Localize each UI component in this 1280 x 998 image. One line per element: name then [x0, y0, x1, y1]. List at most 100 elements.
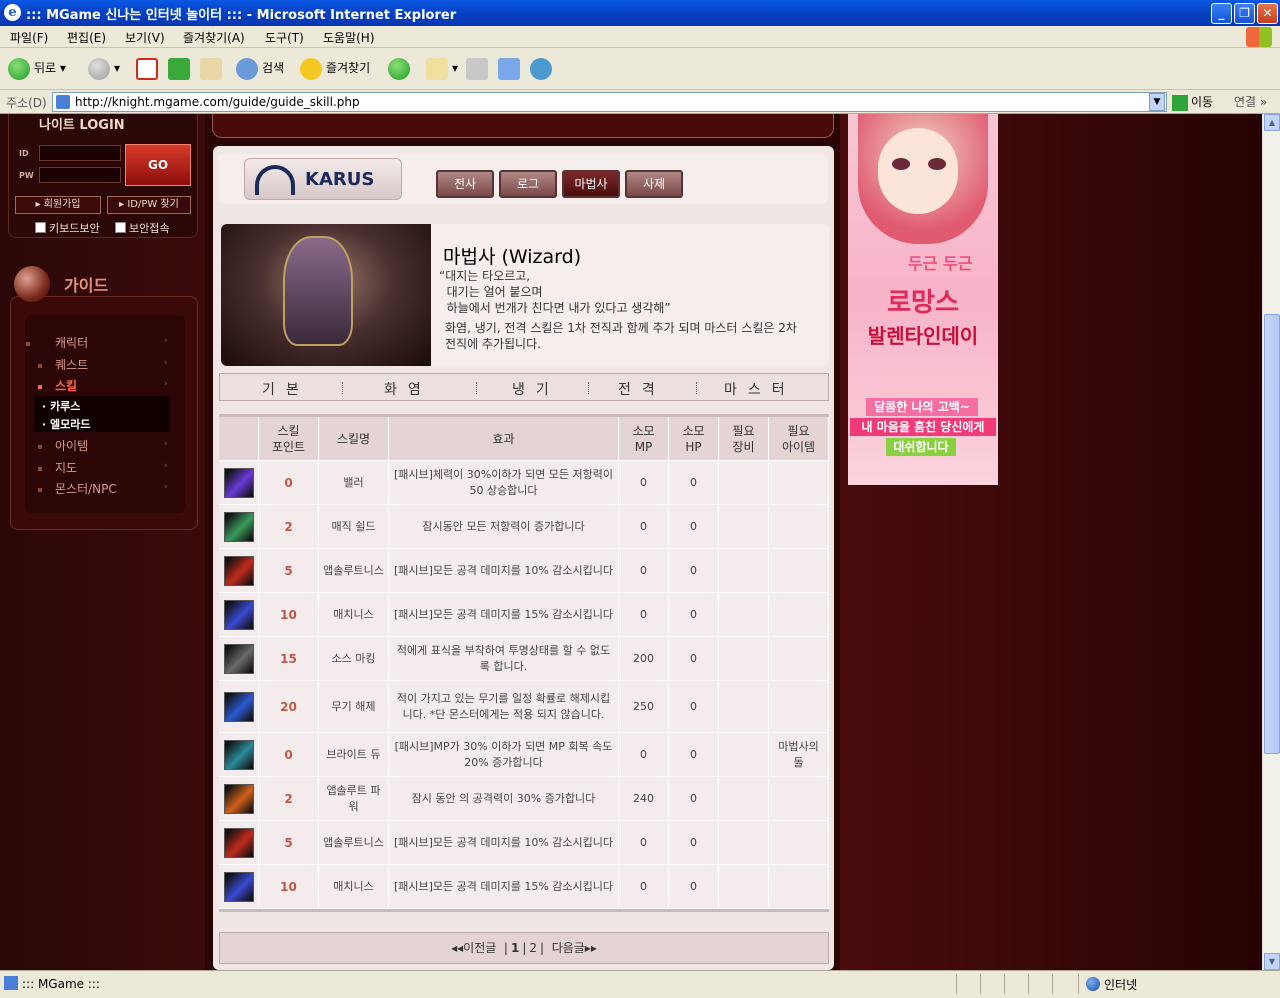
guide-item-item[interactable]: 아이템 [55, 437, 88, 454]
menu-file[interactable]: 파일(F) [10, 29, 48, 46]
skill-name-cell: 앱솔루트니스 [319, 549, 389, 592]
scroll-down-button[interactable]: ▼ [1264, 953, 1280, 970]
links-button[interactable]: 연결 » [1234, 93, 1267, 110]
join-button[interactable]: ▸ 회원가입 [15, 196, 101, 214]
skill-icon-purple-figure[interactable] [223, 467, 254, 498]
skill-icon-grey-mark[interactable] [223, 643, 254, 674]
skill-tab-master[interactable]: 마스터 [724, 379, 796, 399]
effect-cell: [패시브]모든 공격 데미지를 15% 감소시킵니다 [389, 593, 619, 636]
submenu-karus[interactable]: · 카루스 [42, 398, 80, 414]
id-input[interactable] [39, 145, 121, 161]
ad-girl-face [878, 128, 958, 214]
vertical-scrollbar[interactable]: ▲ ▼ [1262, 114, 1280, 970]
mail-button[interactable]: ▾ [426, 57, 458, 81]
stop-button[interactable] [136, 57, 162, 81]
skill-point-cell: 15 [259, 637, 319, 680]
skill-icon-teal-figure[interactable] [223, 739, 254, 770]
address-input[interactable]: http://knight.mgame.com/guide/guide_skil… [52, 92, 1167, 112]
close-button[interactable]: ✕ [1257, 3, 1278, 24]
id-label: ID [19, 149, 29, 158]
login-go-button[interactable]: GO [125, 144, 191, 186]
class-tab-priest[interactable]: 사제 [625, 170, 683, 198]
icon-cell [219, 637, 259, 680]
mp-cost-cell: 0 [619, 505, 669, 548]
home-button[interactable] [200, 57, 226, 81]
table-row: 15 소스 마킹 적에게 표식을 부착하여 투명상태를 할 수 없도록 합니다. 20… [219, 637, 829, 681]
address-dropdown-button[interactable]: ▼ [1149, 93, 1165, 111]
menu-help[interactable]: 도움말(H) [323, 29, 375, 46]
skill-icon-green-magic[interactable] [223, 511, 254, 542]
login-box: 나이트 LOGIN ID PW GO ▸ 회원가입 ▸ ID/PW 찾기 키보드… [8, 114, 198, 238]
minimize-button[interactable]: _ [1211, 3, 1232, 24]
guide-item-monster-npc[interactable]: 몬스터/NPC [55, 480, 117, 497]
class-tab-warrior[interactable]: 전사 [436, 170, 494, 198]
back-button[interactable]: 뒤로 ▾ [8, 57, 66, 81]
secure-login-checkbox[interactable]: 보안접속 [115, 220, 169, 236]
menu-favorites[interactable]: 즐겨찾기(A) [183, 29, 245, 46]
guide-item-skill[interactable]: 스킬 [55, 377, 77, 394]
hp-cost-cell: 0 [669, 593, 719, 636]
window-title: ::: MGame 신나는 인터넷 놀이터 ::: - Microsoft In… [26, 8, 457, 23]
ad-ribbon-2: 내 마음을 훔친 당신에게 [850, 418, 996, 436]
guide-item-map[interactable]: 지도 [55, 459, 77, 476]
skill-name-cell: 앱솔루트 파워 [319, 777, 389, 820]
page-link-2[interactable]: 2 [529, 941, 537, 955]
address-label: 주소(D) [6, 96, 47, 110]
find-idpw-button[interactable]: ▸ ID/PW 찾기 [107, 196, 191, 214]
skill-tab-ice[interactable]: 냉기 [512, 379, 560, 399]
skill-tab-fire[interactable]: 화염 [384, 379, 432, 399]
table-row: 0 밸러 [패시브]체력이 30%이하가 되면 모든 저항력이 50 상승합니다 0 0 [219, 461, 829, 505]
chevron-right-icon: › [164, 379, 168, 389]
hp-cost-cell: 0 [669, 461, 719, 504]
skill-icon-blue-disarm[interactable] [223, 691, 254, 722]
valentine-ad-banner[interactable]: 두근 두근 로망스 발렌타인데이 달콤한 나의 고백~ 내 마음을 훔친 당신에… [848, 114, 998, 485]
submenu-elmorad[interactable]: · 엘모라드 [42, 416, 91, 432]
history-button[interactable] [388, 57, 414, 81]
prev-page-link[interactable]: ◂◂이전글 [451, 941, 496, 955]
effect-cell: [패시브]모든 공격 데미지를 10% 감소시킵니다 [389, 821, 619, 864]
required-equipment-cell [719, 777, 769, 820]
guide-item-character[interactable]: 캐릭터 [55, 334, 88, 351]
table-header-row: 스킬 포인트 스킬명 효과 소모 MP 소모 HP 필요 장비 필요 아이템 [219, 417, 829, 461]
hp-cost-cell: 0 [669, 865, 719, 908]
pw-input[interactable] [39, 167, 121, 183]
checkbox-icon [35, 222, 46, 233]
skill-icon-blue-red-slash[interactable] [223, 871, 254, 902]
skill-point-cell: 10 [259, 865, 319, 908]
go-button[interactable]: 이동 [1172, 93, 1213, 111]
required-item-cell [769, 821, 829, 864]
title-bar[interactable]: e ::: MGame 신나는 인터넷 놀이터 ::: - Microsoft … [0, 0, 1280, 26]
class-tab-mage[interactable]: 마법사 [562, 170, 620, 198]
skill-icon-blue-red-slash[interactable] [223, 599, 254, 630]
mail-icon [426, 57, 448, 80]
mp-cost-cell: 0 [619, 549, 669, 592]
keyboard-security-checkbox[interactable]: 키보드보안 [35, 220, 100, 236]
favorites-button[interactable]: 즐겨찾기 [300, 57, 370, 81]
class-tab-rogue[interactable]: 로그 [499, 170, 557, 198]
skill-icon-red-slash[interactable] [223, 555, 254, 586]
skill-tab-basic[interactable]: 기본 [262, 379, 310, 399]
skill-icon-orange-power[interactable] [223, 783, 254, 814]
header-effect: 효과 [389, 417, 619, 460]
skill-point-cell: 5 [259, 549, 319, 592]
edit-button[interactable] [498, 57, 524, 81]
required-item-cell [769, 461, 829, 504]
maximize-button[interactable]: ❐ [1234, 3, 1255, 24]
scroll-up-button[interactable]: ▲ [1264, 114, 1280, 131]
forward-button[interactable]: ▾ [88, 57, 120, 81]
guide-item-quest[interactable]: 퀘스트 [55, 356, 88, 373]
print-button[interactable] [466, 57, 492, 81]
menu-view[interactable]: 보기(V) [125, 29, 165, 46]
menu-edit[interactable]: 편집(E) [67, 29, 106, 46]
scroll-thumb[interactable] [1264, 314, 1280, 754]
table-row: 5 앱솔루트니스 [패시브]모든 공격 데미지를 10% 감소시킵니다 0 0 [219, 821, 829, 865]
search-button[interactable]: 검색 [236, 57, 284, 81]
header-skill-name: 스킬명 [319, 417, 389, 460]
menu-tools[interactable]: 도구(T) [265, 29, 304, 46]
next-page-link[interactable]: 다음글▸▸ [552, 941, 597, 955]
page-link-1[interactable]: 1 [511, 941, 519, 955]
skill-icon-red-slash[interactable] [223, 827, 254, 858]
messenger-button[interactable] [530, 57, 556, 81]
refresh-button[interactable] [168, 57, 194, 81]
skill-tab-lightning[interactable]: 전격 [618, 379, 666, 399]
